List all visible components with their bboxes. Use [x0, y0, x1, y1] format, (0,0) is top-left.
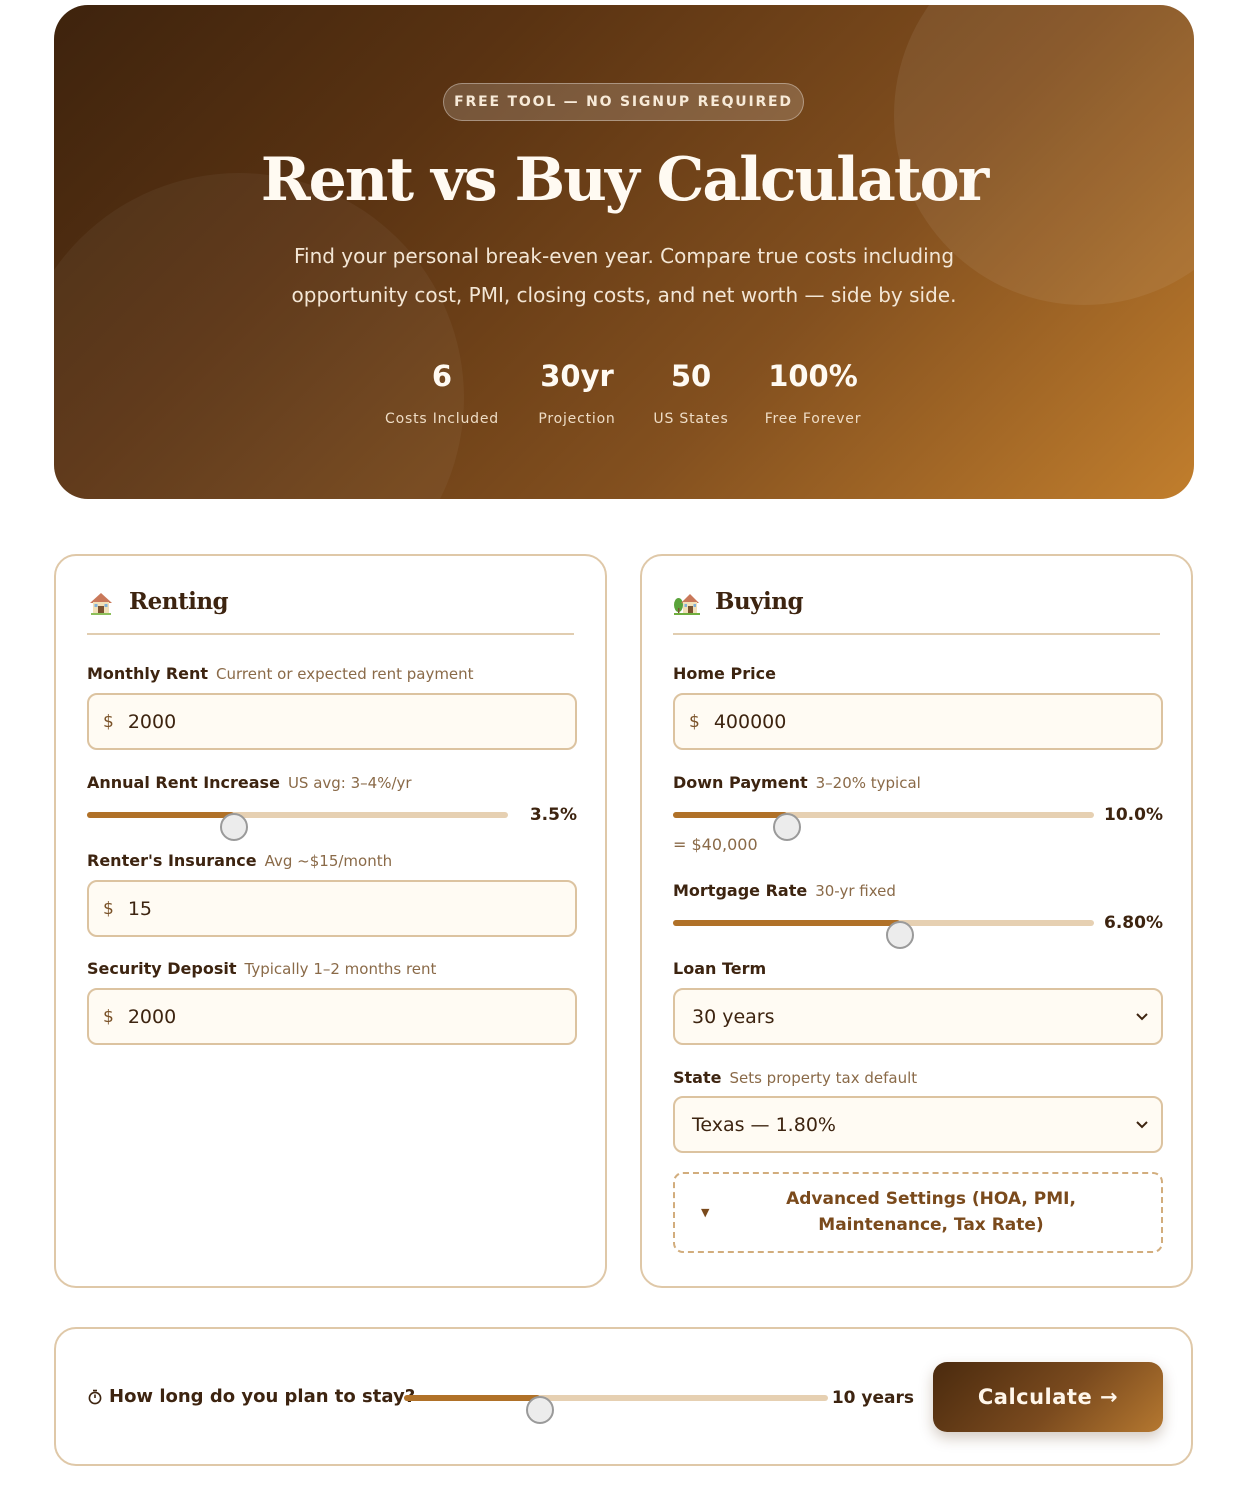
state-select[interactable]: Texas — 1.80%: [673, 1096, 1163, 1153]
stat-value: 6: [431, 359, 453, 393]
loan-term-label-text: Loan Term: [673, 959, 767, 978]
insurance-value: 15: [127, 897, 153, 920]
stay-slider[interactable]: [404, 1395, 828, 1424]
stat-states: 50 US States: [621, 359, 761, 427]
stopwatch-icon: [88, 1389, 102, 1404]
stay-duration-card: How long do you plan to stay? 10 years C…: [54, 1327, 1193, 1466]
insurance-label: Renter's Insurance Avg ~$15/month: [87, 851, 392, 870]
mortgage-rate-value: 6.80%: [1104, 913, 1163, 933]
rent-increase-label-text: Annual Rent Increase: [87, 773, 280, 792]
home-price-value: 400000: [713, 710, 787, 733]
hero-badge: FREE TOOL — NO SIGNUP REQUIRED: [443, 83, 804, 121]
stay-value: 10 years: [831, 1388, 914, 1408]
renting-card-header: Renting: [87, 588, 574, 635]
home-price-label: Home Price: [673, 664, 776, 683]
down-payment-slider[interactable]: [673, 812, 1094, 841]
monthly-rent-hint: Current or expected rent payment: [216, 665, 474, 683]
slider-fill: [87, 812, 235, 818]
currency-prefix: $: [103, 711, 114, 732]
insurance-input[interactable]: $ 15: [87, 880, 577, 937]
stat-value: 100%: [768, 359, 858, 393]
loan-term-selected: 30 years: [692, 1005, 775, 1028]
chevron-down-icon: [1136, 1013, 1148, 1021]
slider-thumb[interactable]: [886, 921, 915, 949]
slider-thumb[interactable]: [525, 1396, 554, 1424]
stat-free: 100% Free Forever: [743, 359, 883, 427]
caret-down-icon: ▼: [701, 1206, 710, 1219]
stat-label: US States: [653, 411, 729, 427]
mortgage-rate-slider-row: 6.80%: [673, 908, 1163, 949]
rent-increase-slider-row: 3.5%: [87, 800, 577, 841]
deposit-input[interactable]: $ 2000: [87, 988, 577, 1045]
stay-label-text: How long do you plan to stay?: [109, 1386, 416, 1407]
mortgage-rate-hint: 30-yr fixed: [815, 882, 896, 900]
deposit-label: Security Deposit Typically 1–2 months ren…: [87, 959, 436, 978]
deposit-value: 2000: [127, 1005, 177, 1028]
insurance-label-text: Renter's Insurance: [87, 851, 257, 870]
advanced-settings-label: Advanced Settings (HOA, PMI, Maintenance…: [786, 1189, 1076, 1235]
down-payment-hint: 3–20% typical: [815, 774, 921, 792]
state-selected: Texas — 1.80%: [692, 1113, 836, 1136]
renting-card: Renting Monthly Rent Current or expected …: [54, 554, 607, 1288]
rent-increase-label: Annual Rent Increase US avg: 3–4%/yr: [87, 773, 412, 792]
state-label: State Sets property tax default: [673, 1068, 917, 1087]
renting-title: Renting: [129, 588, 229, 615]
down-payment-equivalent: = $40,000: [673, 835, 758, 854]
rent-increase-slider[interactable]: [87, 812, 508, 841]
slider-fill: [673, 812, 787, 818]
currency-prefix: $: [689, 711, 700, 732]
insurance-hint: Avg ~$15/month: [264, 852, 393, 870]
buying-card-header: Buying: [673, 588, 1160, 635]
state-hint: Sets property tax default: [729, 1069, 918, 1087]
deposit-hint: Typically 1–2 months rent: [244, 960, 437, 978]
calculate-button[interactable]: Calculate →: [933, 1362, 1163, 1432]
buying-card: Buying Home Price $ 400000 Down Payment 3…: [640, 554, 1193, 1288]
hero-banner: FREE TOOL — NO SIGNUP REQUIRED Rent vs B…: [54, 5, 1194, 499]
house-with-garden-icon: [674, 594, 700, 615]
stat-costs: 6 Costs Included: [372, 359, 512, 427]
down-payment-label: Down Payment 3–20% typical: [673, 773, 921, 792]
stay-label: How long do you plan to stay?: [87, 1386, 415, 1407]
monthly-rent-label: Monthly Rent Current or expected rent pay…: [87, 664, 474, 683]
home-price-label-text: Home Price: [673, 664, 776, 683]
page-title: Rent vs Buy Calculator: [260, 145, 989, 215]
rent-increase-hint: US avg: 3–4%/yr: [287, 774, 412, 792]
mortgage-rate-label-text: Mortgage Rate: [673, 881, 808, 900]
slider-fill: [404, 1395, 540, 1401]
loan-term-label: Loan Term: [673, 959, 766, 978]
monthly-rent-value: 2000: [127, 710, 177, 733]
state-label-text: State: [673, 1068, 722, 1087]
slider-thumb[interactable]: [220, 813, 249, 841]
hero-subtitle: Find your personal break-even year. Comp…: [291, 244, 957, 307]
house-icon: [90, 593, 112, 615]
down-payment-label-text: Down Payment: [673, 773, 808, 792]
chevron-down-icon: [1136, 1121, 1148, 1129]
stay-slider-row: 10 years: [404, 1383, 914, 1424]
stat-value: 50: [670, 359, 712, 393]
monthly-rent-input[interactable]: $ 2000: [87, 693, 577, 750]
slider-thumb[interactable]: [772, 813, 801, 841]
deposit-label-text: Security Deposit: [87, 959, 237, 978]
down-payment-slider-row: 10.0%: [673, 800, 1163, 841]
currency-prefix: $: [103, 1006, 114, 1027]
advanced-settings-toggle[interactable]: ▼ Advanced Settings (HOA, PMI, Maintenan…: [673, 1172, 1163, 1253]
down-payment-value: 10.0%: [1104, 805, 1163, 825]
rent-increase-value: 3.5%: [529, 805, 577, 825]
currency-prefix: $: [103, 898, 114, 919]
monthly-rent-label-text: Monthly Rent: [87, 664, 209, 683]
stat-label: Free Forever: [764, 411, 862, 427]
home-price-input[interactable]: $ 400000: [673, 693, 1163, 750]
mortgage-rate-slider[interactable]: [673, 920, 1094, 949]
stat-label: Costs Included: [385, 411, 499, 427]
loan-term-select[interactable]: 30 years: [673, 988, 1163, 1045]
slider-fill: [673, 920, 901, 926]
hero-decor-circle-left: [54, 173, 464, 499]
mortgage-rate-label: Mortgage Rate 30-yr fixed: [673, 881, 896, 900]
buying-title: Buying: [715, 588, 804, 615]
